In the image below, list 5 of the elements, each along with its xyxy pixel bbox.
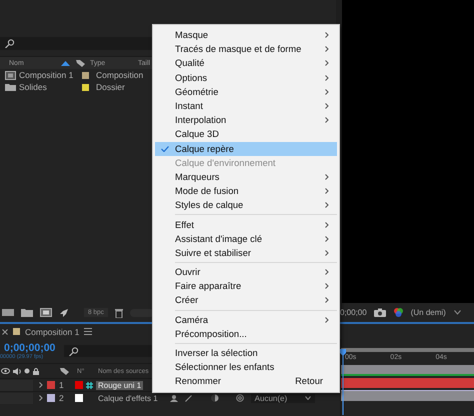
item-type: Dossier [96,82,125,92]
item-type: Composition [96,70,144,80]
layer-number: 2 [59,393,65,403]
layer-number: 1 [59,380,65,390]
shortcut-label: Retour [295,376,323,386]
